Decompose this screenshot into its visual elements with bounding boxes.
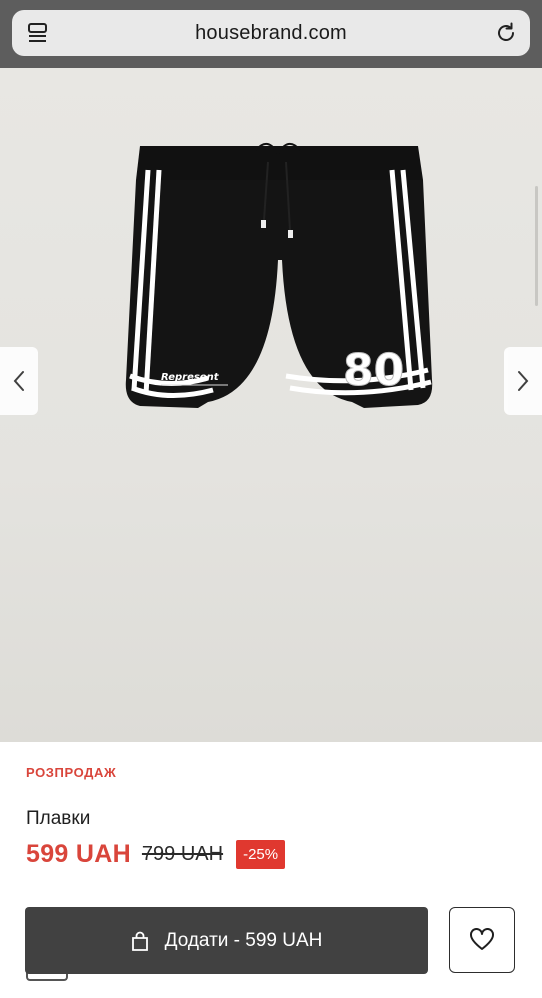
- gallery-prev-button[interactable]: [0, 347, 38, 415]
- discount-badge: -25%: [236, 840, 286, 869]
- product-title: Плавки: [26, 808, 91, 829]
- print-logo: Represent: [161, 372, 220, 383]
- print-number: 80: [343, 345, 404, 396]
- product-image: Represent 80: [125, 143, 433, 408]
- reload-icon[interactable]: [494, 21, 518, 45]
- price-row: 599 UAH 799 UAH -25%: [26, 840, 286, 869]
- heart-icon: [470, 928, 494, 950]
- url-text[interactable]: housebrand.com: [12, 22, 530, 45]
- product-info: РОЗПРОДАЖ Плавки 599 UAH 799 UAH -25% До…: [0, 742, 542, 998]
- product-gallery[interactable]: Represent 80: [0, 68, 542, 742]
- old-price: 799 UAH: [141, 843, 224, 865]
- address-bar[interactable]: housebrand.com: [12, 10, 530, 56]
- gallery-next-button[interactable]: [504, 347, 542, 415]
- sale-badge: РОЗПРОДАЖ: [26, 765, 117, 780]
- current-price: 599 UAH: [26, 840, 131, 868]
- gallery-scrollbar: [535, 186, 538, 306]
- browser-toolbar: housebrand.com: [0, 0, 542, 68]
- chevron-right-icon: [518, 371, 529, 391]
- shopping-bag-icon: [131, 931, 148, 951]
- add-to-cart-button[interactable]: Додати - 599 UAH: [25, 907, 428, 974]
- chevron-left-icon: [13, 371, 24, 391]
- add-to-cart-label: Додати - 599 UAH: [164, 929, 323, 951]
- wishlist-button[interactable]: [449, 907, 515, 973]
